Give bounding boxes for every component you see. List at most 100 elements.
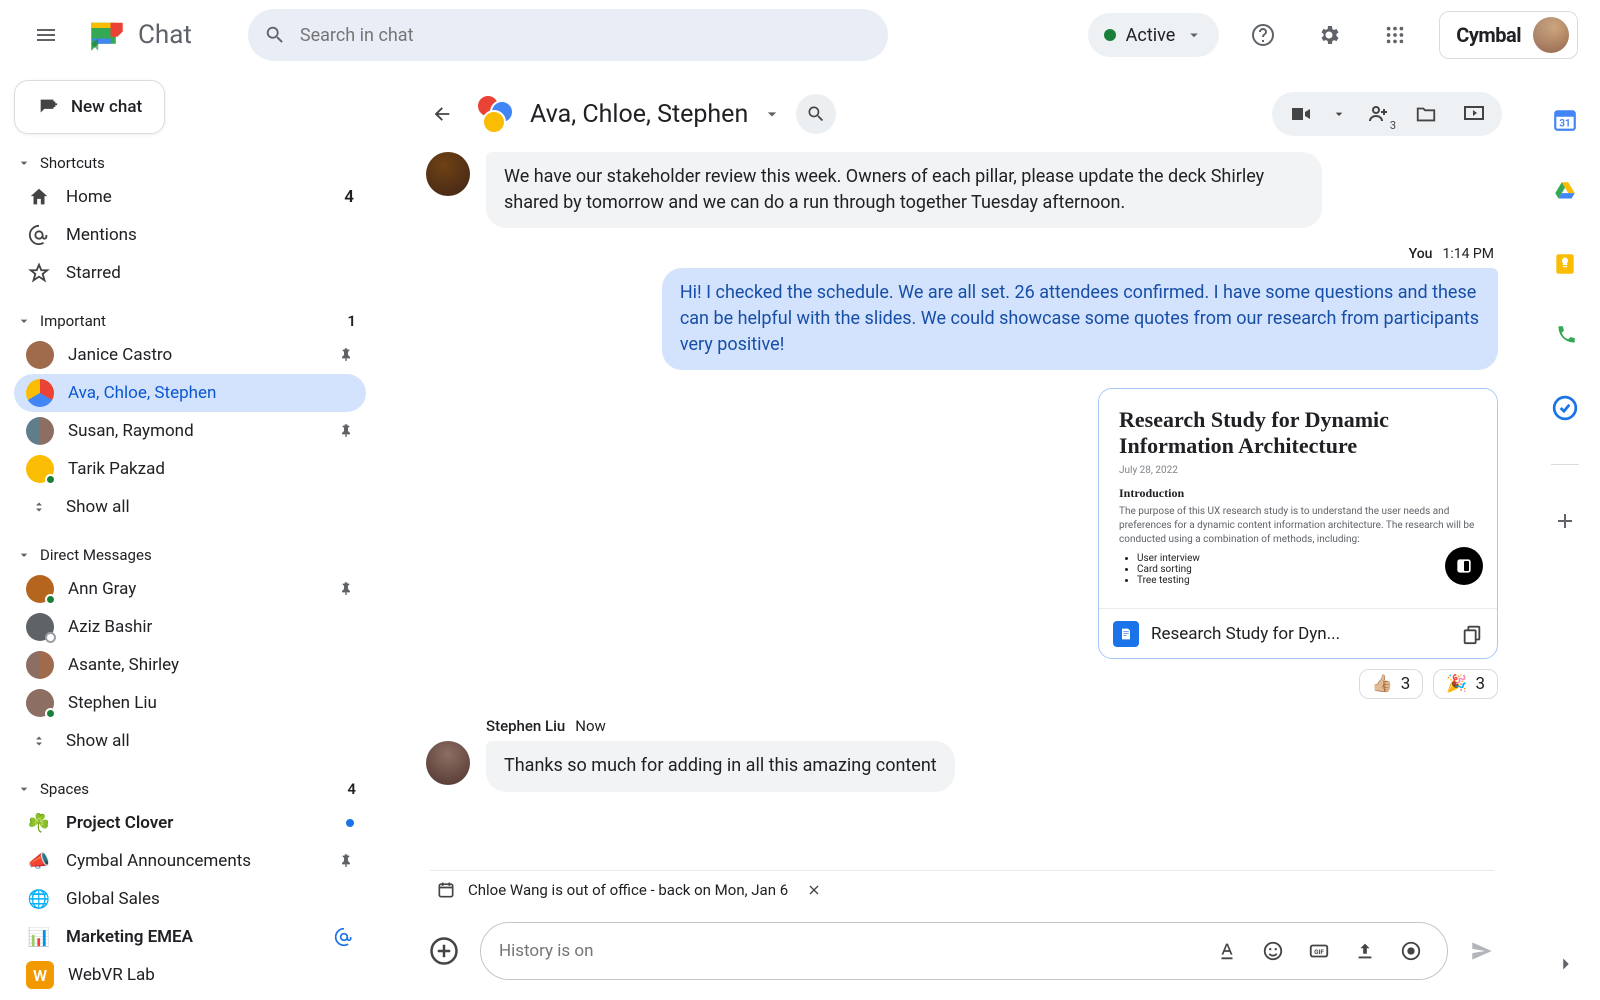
rail-calendar[interactable]: 31 <box>1543 98 1587 142</box>
settings-button[interactable] <box>1307 13 1351 57</box>
add-attachment-button[interactable] <box>422 929 466 973</box>
rail-drive[interactable] <box>1543 170 1587 214</box>
space-global-sales[interactable]: 🌐 Global Sales <box>14 880 366 918</box>
gear-icon <box>1317 23 1341 47</box>
presence-status-button[interactable]: Active <box>1088 13 1220 57</box>
main-menu-button[interactable] <box>22 11 70 59</box>
message-bubble: Thanks so much for adding in all this am… <box>486 741 955 791</box>
reaction-party[interactable]: 🎉3 <box>1433 669 1498 699</box>
rail-tasks[interactable] <box>1543 386 1587 430</box>
space-marketing-emea[interactable]: 📊 Marketing EMEA <box>14 918 366 956</box>
rail-expand[interactable] <box>1544 942 1588 986</box>
important-item-tarik[interactable]: Tarik Pakzad <box>14 450 366 488</box>
message-bubble: Hi! I checked the schedule. We are all s… <box>662 268 1498 370</box>
avatar <box>26 341 54 369</box>
message-incoming: Thanks so much for adding in all this am… <box>426 741 1498 791</box>
important-item-janice[interactable]: Janice Castro <box>14 336 366 374</box>
emoji-button[interactable] <box>1255 933 1291 969</box>
space-project-clover[interactable]: ☘️ Project Clover <box>14 804 366 842</box>
present-button[interactable] <box>1450 92 1498 136</box>
space-lit-space[interactable]: 💡 Lit space <box>14 994 366 1000</box>
video-options-button[interactable] <box>1324 92 1354 136</box>
search-input[interactable] <box>300 25 872 46</box>
ooo-text: Chloe Wang is out of office - back on Mo… <box>468 881 788 899</box>
search-icon <box>806 104 826 124</box>
rail-voice[interactable] <box>1543 314 1587 358</box>
new-chat-button[interactable]: New chat <box>14 80 165 134</box>
gif-button[interactable]: GIF <box>1301 933 1337 969</box>
conversation-title: Ava, Chloe, Stephen <box>530 100 748 129</box>
section-spaces-header[interactable]: Spaces 4 <box>16 780 366 798</box>
plus-circle-icon <box>429 936 459 966</box>
group-avatar-stack <box>476 94 516 134</box>
apps-button[interactable] <box>1373 13 1417 57</box>
text-format-icon <box>1216 940 1238 962</box>
section-important-header[interactable]: Important 1 <box>16 312 366 330</box>
message-outgoing: Hi! I checked the schedule. We are all s… <box>426 268 1498 370</box>
keep-icon <box>1552 251 1578 277</box>
compose-row: GIF <box>422 922 1502 980</box>
dm-item-stephen[interactable]: Stephen Liu <box>14 684 366 722</box>
conversation-header: Ava, Chloe, Stephen 3 <box>400 82 1524 146</box>
help-button[interactable] <box>1241 13 1285 57</box>
upload-button[interactable] <box>1347 933 1383 969</box>
space-webvr-lab[interactable]: W WebVR Lab <box>14 956 366 994</box>
sender-avatar <box>426 152 470 196</box>
chevron-down-icon[interactable] <box>762 104 782 124</box>
space-emoji: ☘️ <box>26 810 52 836</box>
open-copy-icon[interactable] <box>1461 623 1483 645</box>
reaction-bar: 👍🏼3 🎉3 <box>426 669 1498 699</box>
dm-item-ann[interactable]: Ann Gray <box>14 570 366 608</box>
avatar <box>26 613 54 641</box>
section-dms-header[interactable]: Direct Messages <box>16 546 366 564</box>
arrow-left-icon <box>431 103 453 125</box>
section-shortcuts-header[interactable]: Shortcuts <box>16 154 366 172</box>
doc-preview: Research Study for Dynamic Information A… <box>1099 389 1497 608</box>
doc-attachment-card[interactable]: Research Study for Dynamic Information A… <box>1098 388 1498 659</box>
shortcut-starred[interactable]: Starred <box>14 254 366 292</box>
pin-icon <box>338 853 354 869</box>
important-item-susan-raymond[interactable]: Susan, Raymond <box>14 412 366 450</box>
message-meta: Stephen Liu Now <box>486 717 1498 735</box>
rail-keep[interactable] <box>1543 242 1587 286</box>
add-people-button[interactable]: 3 <box>1354 92 1402 136</box>
message-list[interactable]: We have our stakeholder review this week… <box>400 146 1524 880</box>
shared-files-button[interactable] <box>1402 92 1450 136</box>
at-icon <box>26 222 52 248</box>
space-emoji: 📊 <box>26 924 52 950</box>
important-show-all[interactable]: Show all <box>14 488 366 526</box>
search-in-conversation-button[interactable] <box>796 94 836 134</box>
send-icon <box>1469 938 1495 964</box>
emoji-icon <box>1262 940 1284 962</box>
dms-show-all[interactable]: Show all <box>14 722 366 760</box>
message-meta: You 1:14 PM <box>430 246 1494 262</box>
ooo-dismiss[interactable] <box>806 882 822 898</box>
compose-input[interactable] <box>499 941 1199 961</box>
dm-item-asante-shirley[interactable]: Asante, Shirley <box>14 646 366 684</box>
rail-add-addon[interactable] <box>1543 499 1587 543</box>
app-logo: Chat <box>86 14 192 56</box>
important-item-ava-chloe-stephen[interactable]: Ava, Chloe, Stephen <box>14 374 366 412</box>
conversation-pane: Ava, Chloe, Stephen 3 We have our stakeh… <box>400 82 1524 1000</box>
shortcut-home[interactable]: Home 4 <box>14 178 366 216</box>
home-icon <box>26 184 52 210</box>
dm-item-aziz[interactable]: Aziz Bashir <box>14 608 366 646</box>
plus-icon <box>1553 509 1577 533</box>
avatar <box>26 455 54 483</box>
space-emoji: 🌐 <box>26 886 52 912</box>
video-message-button[interactable] <box>1393 933 1429 969</box>
account-switcher[interactable]: Cymbal <box>1439 11 1578 59</box>
send-button[interactable] <box>1462 931 1502 971</box>
format-button[interactable] <box>1209 933 1245 969</box>
expand-icon <box>26 728 52 754</box>
shortcut-mentions[interactable]: Mentions <box>14 216 366 254</box>
space-cymbal-announcements[interactable]: 📣 Cymbal Announcements <box>14 842 366 880</box>
search-bar[interactable] <box>248 9 888 61</box>
reaction-thumbs-up[interactable]: 👍🏼3 <box>1359 669 1424 699</box>
video-call-button[interactable] <box>1276 92 1324 136</box>
folder-icon <box>1415 103 1437 125</box>
avatar <box>26 575 54 603</box>
caret-down-icon <box>16 313 32 329</box>
compose-box[interactable]: GIF <box>480 922 1448 980</box>
back-button[interactable] <box>422 94 462 134</box>
